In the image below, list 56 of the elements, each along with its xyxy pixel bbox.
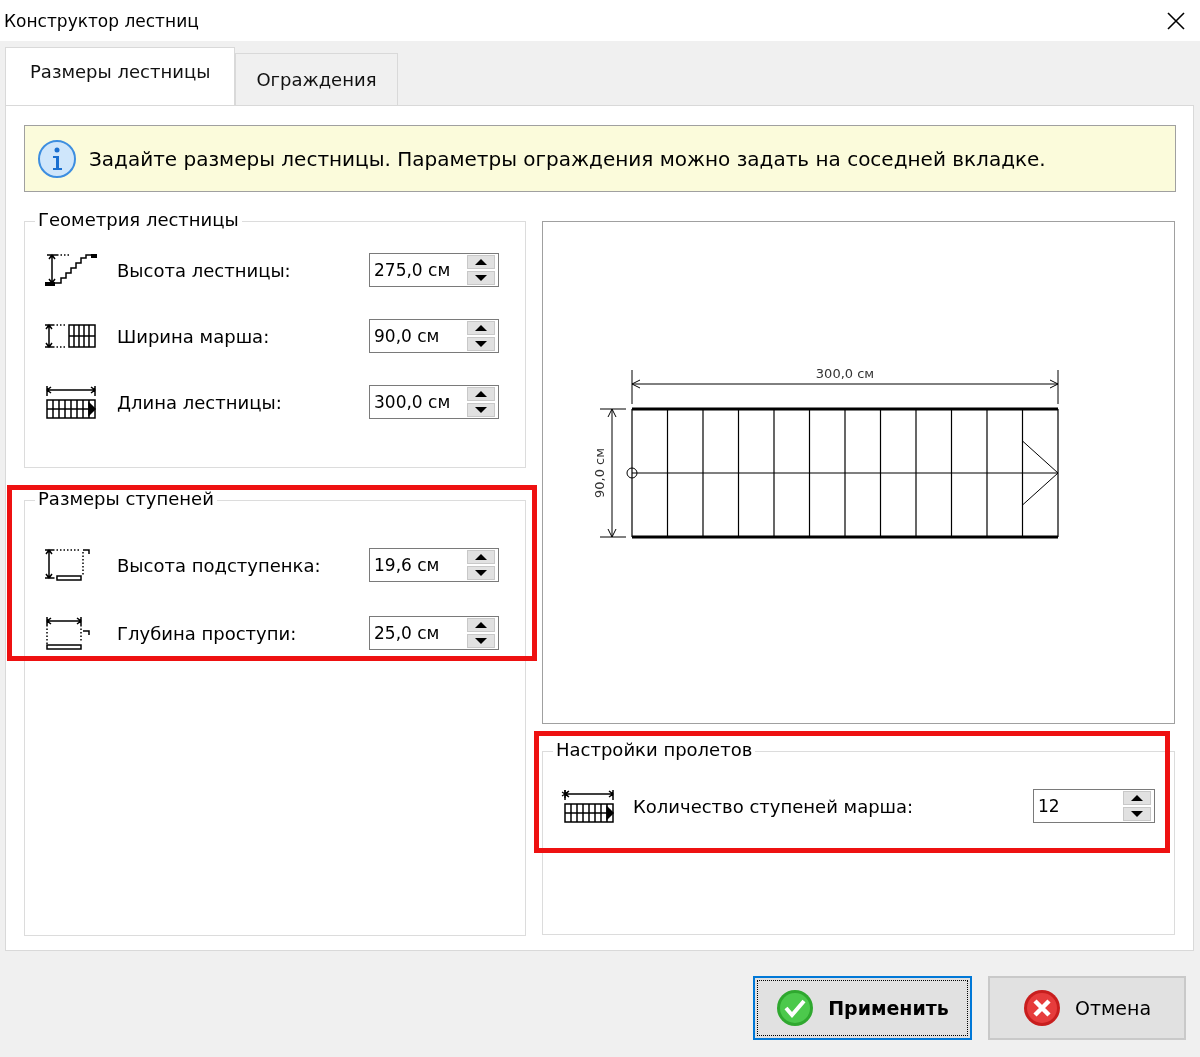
- info-icon: [37, 138, 77, 179]
- stair-height-icon: [43, 253, 99, 287]
- spin-field[interactable]: 300,0 см: [369, 385, 499, 419]
- up-triangle-icon: [474, 390, 488, 398]
- field-label: Длина лестницы:: [117, 391, 283, 413]
- up-triangle-icon: [474, 258, 488, 266]
- down-triangle-icon: [474, 406, 488, 414]
- close-icon[interactable]: [1166, 10, 1186, 31]
- step-count-icon: [561, 788, 617, 824]
- field-label: Ширина марша:: [117, 325, 271, 347]
- spin-field[interactable]: 12: [1033, 789, 1155, 823]
- spin-up-button[interactable]: [467, 550, 495, 564]
- width-dimension: 90,0 см: [591, 448, 607, 498]
- check-icon: [776, 989, 815, 1027]
- spin-up-button[interactable]: [467, 321, 495, 335]
- spin-field[interactable]: 19,6 см: [369, 548, 499, 582]
- group-title: Размеры ступеней: [35, 488, 217, 509]
- stair-length-icon: [43, 384, 99, 420]
- spin-down-button[interactable]: [467, 403, 495, 417]
- field-label: Высота подступенка:: [117, 554, 322, 576]
- up-triangle-icon: [474, 621, 488, 629]
- spin-down-button[interactable]: [467, 566, 495, 580]
- tab[interactable]: Ограждения: [235, 53, 398, 105]
- down-triangle-icon: [474, 274, 488, 282]
- stair-width-icon: [43, 323, 99, 349]
- spin-down-button[interactable]: [1123, 807, 1151, 821]
- spin-up-button[interactable]: [467, 255, 495, 269]
- spin-down-button[interactable]: [467, 337, 495, 351]
- group-title: Настройки пролетов: [553, 739, 756, 760]
- up-triangle-icon: [474, 553, 488, 561]
- spin-field[interactable]: 90,0 см: [369, 319, 499, 353]
- cross-icon: [1022, 989, 1061, 1027]
- spin-up-button[interactable]: [467, 387, 495, 401]
- down-triangle-icon: [474, 637, 488, 645]
- up-triangle-icon: [1130, 794, 1144, 802]
- spin-up-button[interactable]: [467, 618, 495, 632]
- spin-up-button[interactable]: [1123, 791, 1151, 805]
- tab[interactable]: Размеры лестницы: [5, 47, 236, 105]
- down-triangle-icon: [474, 340, 488, 348]
- spin-down-button[interactable]: [467, 271, 495, 285]
- field-label: Глубина проступи:: [117, 622, 298, 644]
- tread-depth-icon: [43, 615, 93, 651]
- down-triangle-icon: [474, 569, 488, 577]
- riser-height-icon: [43, 548, 93, 582]
- down-triangle-icon: [1130, 810, 1144, 818]
- apply-button[interactable]: Применить: [753, 976, 972, 1040]
- field-label: Количество ступеней марша:: [633, 795, 915, 817]
- info-message: Задайте размеры лестницы. Параметры ограждения можно задать на соседней вкладке.: [89, 146, 1046, 171]
- cancel-button[interactable]: Отмена: [988, 976, 1186, 1040]
- field-label: Высота лестницы:: [117, 259, 292, 281]
- length-dimension: 300,0 см: [815, 366, 874, 381]
- window-title: Конструктор лестниц: [4, 10, 199, 31]
- up-triangle-icon: [474, 324, 488, 332]
- spin-field[interactable]: 25,0 см: [369, 616, 499, 650]
- spin-field[interactable]: 275,0 см: [369, 253, 499, 287]
- spin-down-button[interactable]: [467, 634, 495, 648]
